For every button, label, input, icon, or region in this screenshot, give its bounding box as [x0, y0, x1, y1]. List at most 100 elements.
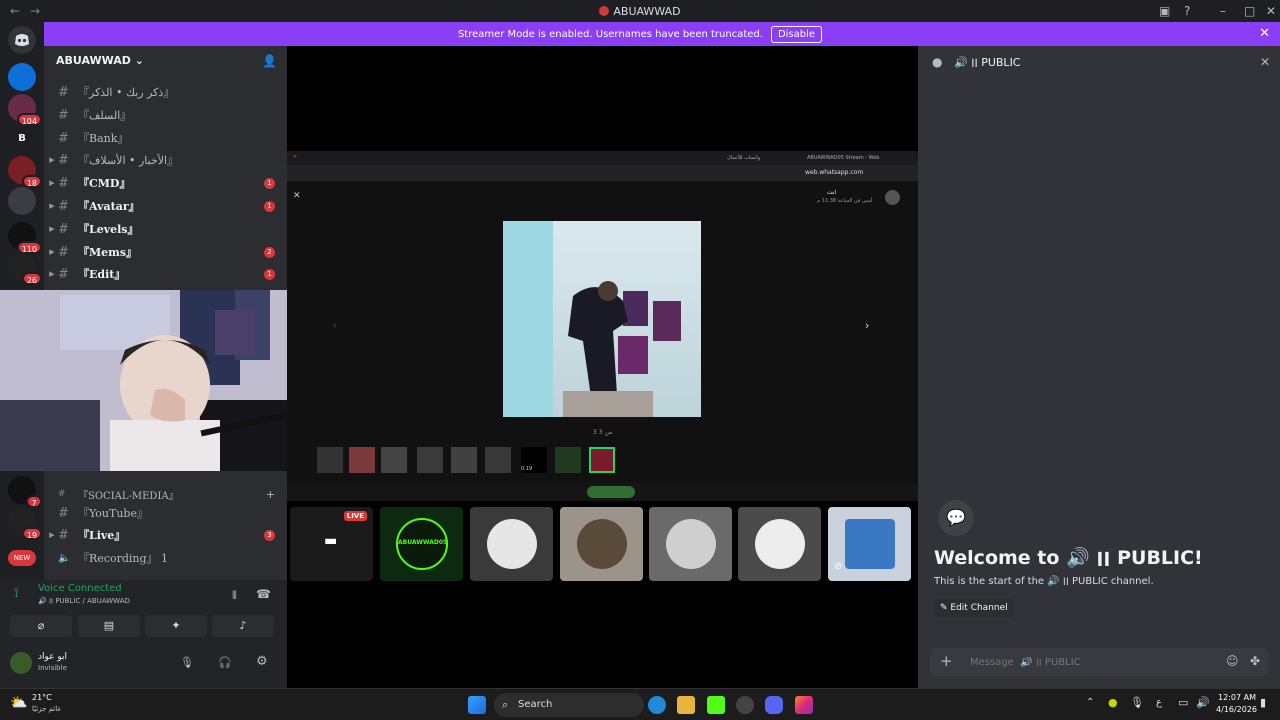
- thumbnail[interactable]: [451, 447, 477, 473]
- channel-item[interactable]: ▶ # 『Edit』 1: [44, 264, 287, 284]
- close-panel-icon[interactable]: ✕: [1260, 55, 1270, 69]
- thumbnail[interactable]: [589, 447, 615, 473]
- start-menu-icon[interactable]: [468, 696, 486, 714]
- server-icon[interactable]: 18: [8, 156, 42, 188]
- volume-icon[interactable]: 🔊: [1196, 696, 1210, 709]
- participant-tile[interactable]: ⊘: [828, 507, 911, 581]
- server-icon[interactable]: [8, 63, 36, 91]
- thumbnail[interactable]: [349, 447, 375, 473]
- add-channel-icon[interactable]: +: [266, 488, 275, 501]
- close-banner-icon[interactable]: ✕: [1259, 26, 1270, 41]
- clock-date[interactable]: 4/16/2026: [1216, 705, 1257, 714]
- taskbar-search[interactable]: ⌕ Search: [494, 693, 644, 717]
- tray-mic-icon[interactable]: 🎙: [1130, 696, 1144, 709]
- headphones-icon[interactable]: 🎧: [218, 656, 232, 669]
- microphone-icon[interactable]: 🎙: [180, 656, 194, 669]
- minimize-button[interactable]: –: [1220, 4, 1226, 18]
- server-icon[interactable]: 104: [8, 94, 42, 126]
- disconnect-icon[interactable]: ☎: [256, 587, 271, 601]
- participant-tile[interactable]: LIVE ▬: [290, 507, 373, 581]
- chatgpt-icon[interactable]: [736, 696, 754, 714]
- edit-channel-button[interactable]: ✎ Edit Channel: [934, 599, 1014, 617]
- expand-arrow-icon[interactable]: ▶: [46, 202, 58, 210]
- stream-screen[interactable]: ✕ ABUAWWAD05 Stream - Web واتساب للأعمال…: [287, 151, 918, 483]
- category-header[interactable]: # 『SOCIAL-MEDIA』 +: [44, 484, 287, 504]
- participant-tile[interactable]: [649, 507, 732, 581]
- edge-icon[interactable]: [648, 696, 666, 714]
- emoji-icon[interactable]: ☺: [1226, 654, 1239, 668]
- tray-app-icon[interactable]: ●: [1108, 696, 1118, 709]
- channel-item[interactable]: ▶ # 『Levels』: [44, 219, 287, 239]
- server-icon[interactable]: 110: [8, 222, 42, 254]
- expand-arrow-icon[interactable]: ▶: [46, 225, 58, 233]
- participant-tile[interactable]: [738, 507, 821, 581]
- add-attachment-icon[interactable]: +: [940, 652, 953, 670]
- url-text[interactable]: web.whatsapp.com: [805, 169, 863, 176]
- participant-tile[interactable]: ABUAWWAD05: [380, 507, 463, 581]
- voice-channel[interactable]: 🔊 ׀׀ PUBLIC / ABUAWWAD: [38, 597, 130, 605]
- activities-button[interactable]: ✦: [145, 615, 207, 637]
- soundboard-button[interactable]: ♪: [212, 615, 274, 637]
- discord-taskbar-icon[interactable]: [765, 696, 783, 714]
- screen-share-button[interactable]: ▤: [78, 615, 140, 637]
- thumbnail[interactable]: [381, 447, 407, 473]
- channel-item[interactable]: # 『ذكر ربك • الذكر』: [44, 82, 287, 102]
- file-explorer-icon[interactable]: [677, 696, 695, 714]
- video-off-button[interactable]: ⌀: [10, 615, 72, 637]
- network-icon[interactable]: ▭: [1178, 696, 1188, 709]
- browser-tab[interactable]: واتساب للأعمال: [727, 155, 760, 161]
- disable-streamer-button[interactable]: Disable: [770, 25, 823, 43]
- thumbnail[interactable]: [317, 447, 343, 473]
- weather-icon[interactable]: ⛅: [10, 695, 27, 711]
- settings-gear-icon[interactable]: ⚙: [256, 654, 268, 669]
- language-indicator[interactable]: ع: [1156, 697, 1162, 708]
- server-icon[interactable]: 7: [8, 476, 42, 508]
- maximize-button[interactable]: □: [1244, 4, 1255, 18]
- thumbnail[interactable]: [555, 447, 581, 473]
- close-icon[interactable]: ✕: [293, 191, 301, 201]
- noise-suppression-icon[interactable]: ⦀: [232, 589, 237, 603]
- server-icon[interactable]: B: [8, 125, 36, 153]
- discord-home-icon[interactable]: [8, 26, 36, 54]
- server-icon[interactable]: 19: [8, 508, 42, 540]
- expand-arrow-icon[interactable]: ▶: [46, 179, 58, 187]
- invite-people-icon[interactable]: 👤: [262, 54, 277, 68]
- thumbnail[interactable]: [417, 447, 443, 473]
- channel-item[interactable]: ▶ # 『Live』 3: [44, 525, 287, 545]
- channel-item[interactable]: # 『Bank』: [44, 128, 287, 148]
- close-icon[interactable]: ✕: [293, 154, 297, 160]
- expand-arrow-icon[interactable]: ▶: [46, 248, 58, 256]
- chevron-up-icon[interactable]: ⌃: [1086, 697, 1094, 708]
- apps-icon[interactable]: ✤: [1250, 654, 1260, 668]
- channel-item[interactable]: ▶ # 『Avatar』 1: [44, 196, 287, 216]
- instagram-icon[interactable]: [795, 696, 813, 714]
- voice-channel-item[interactable]: 🔈 『Recording』 1: [44, 548, 287, 568]
- message-input[interactable]: [970, 654, 1190, 670]
- channel-item[interactable]: ▶ # 『الأخبار • الأسلاف』: [44, 150, 287, 170]
- next-media-icon[interactable]: ›: [865, 319, 869, 332]
- participant-tile[interactable]: [560, 507, 643, 581]
- kick-app-icon[interactable]: [707, 696, 725, 714]
- clock-time[interactable]: 12:07 AM: [1218, 693, 1256, 702]
- channel-item[interactable]: # 『YouTube』: [44, 503, 287, 523]
- expand-arrow-icon[interactable]: ▶: [46, 270, 58, 278]
- participant-tile[interactable]: [470, 507, 553, 581]
- screen-icon[interactable]: ▣: [1159, 4, 1170, 18]
- thumbnail[interactable]: [485, 447, 511, 473]
- help-icon[interactable]: ?: [1184, 4, 1190, 18]
- thumbnail[interactable]: 0:19: [521, 447, 547, 473]
- prev-media-icon[interactable]: ‹: [333, 321, 337, 331]
- channel-item[interactable]: # 『السلف』: [44, 105, 287, 125]
- browser-tab[interactable]: ABUAWWAD05 Stream - Web: [807, 155, 879, 161]
- server-name[interactable]: ABUAWWAD ⌄: [56, 54, 144, 67]
- expand-arrow-icon[interactable]: ▶: [46, 156, 58, 164]
- new-badge[interactable]: NEW: [8, 550, 36, 566]
- notification-icon[interactable]: ▮: [1260, 696, 1266, 709]
- close-window-button[interactable]: ✕: [1266, 4, 1276, 18]
- expand-arrow-icon[interactable]: ▶: [46, 531, 58, 539]
- server-icon[interactable]: [8, 187, 36, 215]
- server-icon[interactable]: 26: [8, 253, 42, 285]
- channel-item[interactable]: ▶ # 『CMD』 1: [44, 173, 287, 193]
- avatar[interactable]: [10, 652, 32, 674]
- channel-item[interactable]: ▶ # 『Mems』 2: [44, 242, 287, 262]
